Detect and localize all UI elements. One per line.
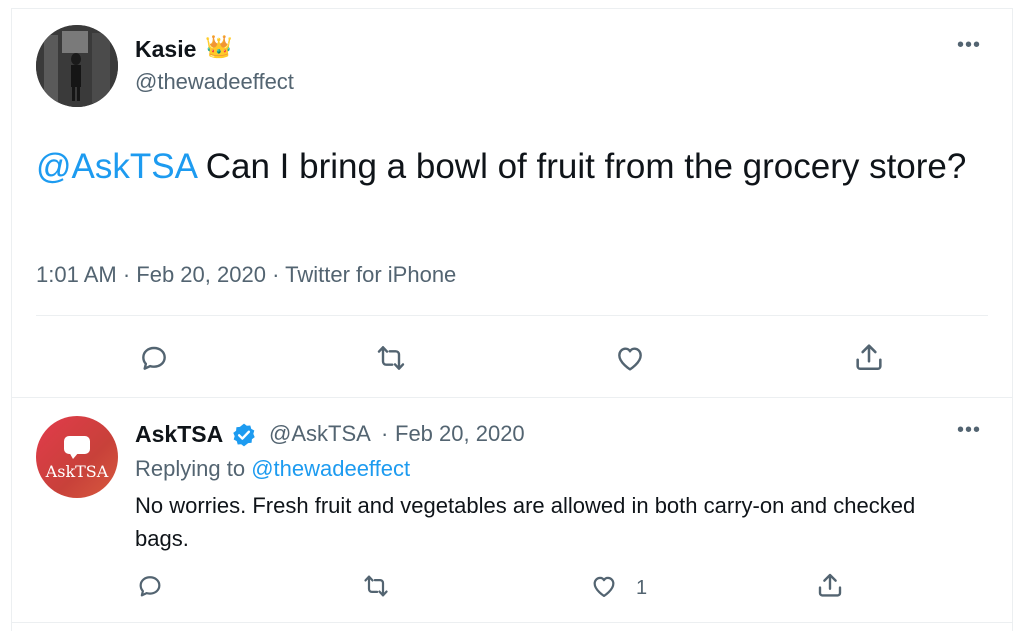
more-options-button[interactable]: ••• [957, 34, 981, 57]
verified-badge-icon [231, 422, 257, 453]
tweet-meta: 1:01 AM · Feb 20, 2020 · Twitter for iPh… [36, 262, 456, 288]
tweet-separator [12, 397, 1012, 398]
replying-handle-link[interactable]: @thewadeeffect [251, 456, 410, 481]
author-avatar[interactable] [36, 25, 118, 107]
avatar-label: AskTSA [45, 462, 109, 481]
tweet-source[interactable]: Twitter for iPhone [285, 262, 456, 287]
tweet-time[interactable]: 1:01 AM [36, 262, 117, 287]
bottom-divider [12, 622, 1012, 623]
meta-separator: · [265, 262, 286, 287]
replying-to: Replying to @thewadeeffect [135, 456, 410, 482]
author-name[interactable]: Kasie [135, 36, 196, 63]
retweet-icon[interactable] [374, 342, 408, 374]
tweet-date[interactable]: Feb 20, 2020 [136, 262, 266, 287]
retweet-icon[interactable] [361, 572, 391, 600]
reply-author-name[interactable]: AskTSA [135, 421, 223, 448]
like-icon[interactable] [613, 342, 647, 374]
card-right-border [1012, 8, 1013, 631]
reply-author-handle[interactable]: @AskTSA [269, 421, 371, 447]
share-icon[interactable] [852, 340, 886, 374]
tweet-body: Can I bring a bowl of fruit from the gro… [196, 147, 967, 186]
share-icon[interactable] [815, 570, 845, 600]
asktsa-avatar[interactable]: AskTSA [36, 416, 118, 498]
more-options-button[interactable]: ••• [957, 419, 981, 442]
meta-separator: · [116, 262, 137, 287]
tweet-text: @AskTSA Can I bring a bowl of fruit from… [36, 140, 976, 193]
dot-separator: · [381, 421, 389, 446]
reply-icon[interactable] [136, 572, 164, 600]
reply-icon[interactable] [138, 342, 170, 374]
card-top-border [12, 8, 1012, 9]
author-handle[interactable]: @thewadeeffect [135, 69, 294, 95]
reply-date[interactable]: Feb 20, 2020 [395, 421, 525, 447]
like-count: 1 [636, 577, 648, 599]
card-left-border [11, 8, 12, 631]
reply-text: No worries. Fresh fruit and vegetables a… [135, 493, 916, 551]
chat-bubble-tail [69, 452, 79, 459]
crown-emoji: 👑 [205, 34, 233, 59]
like-icon[interactable] [589, 572, 619, 600]
divider [36, 315, 988, 316]
replying-prefix: Replying to [135, 456, 252, 481]
mention-link[interactable]: @AskTSA [36, 147, 196, 186]
